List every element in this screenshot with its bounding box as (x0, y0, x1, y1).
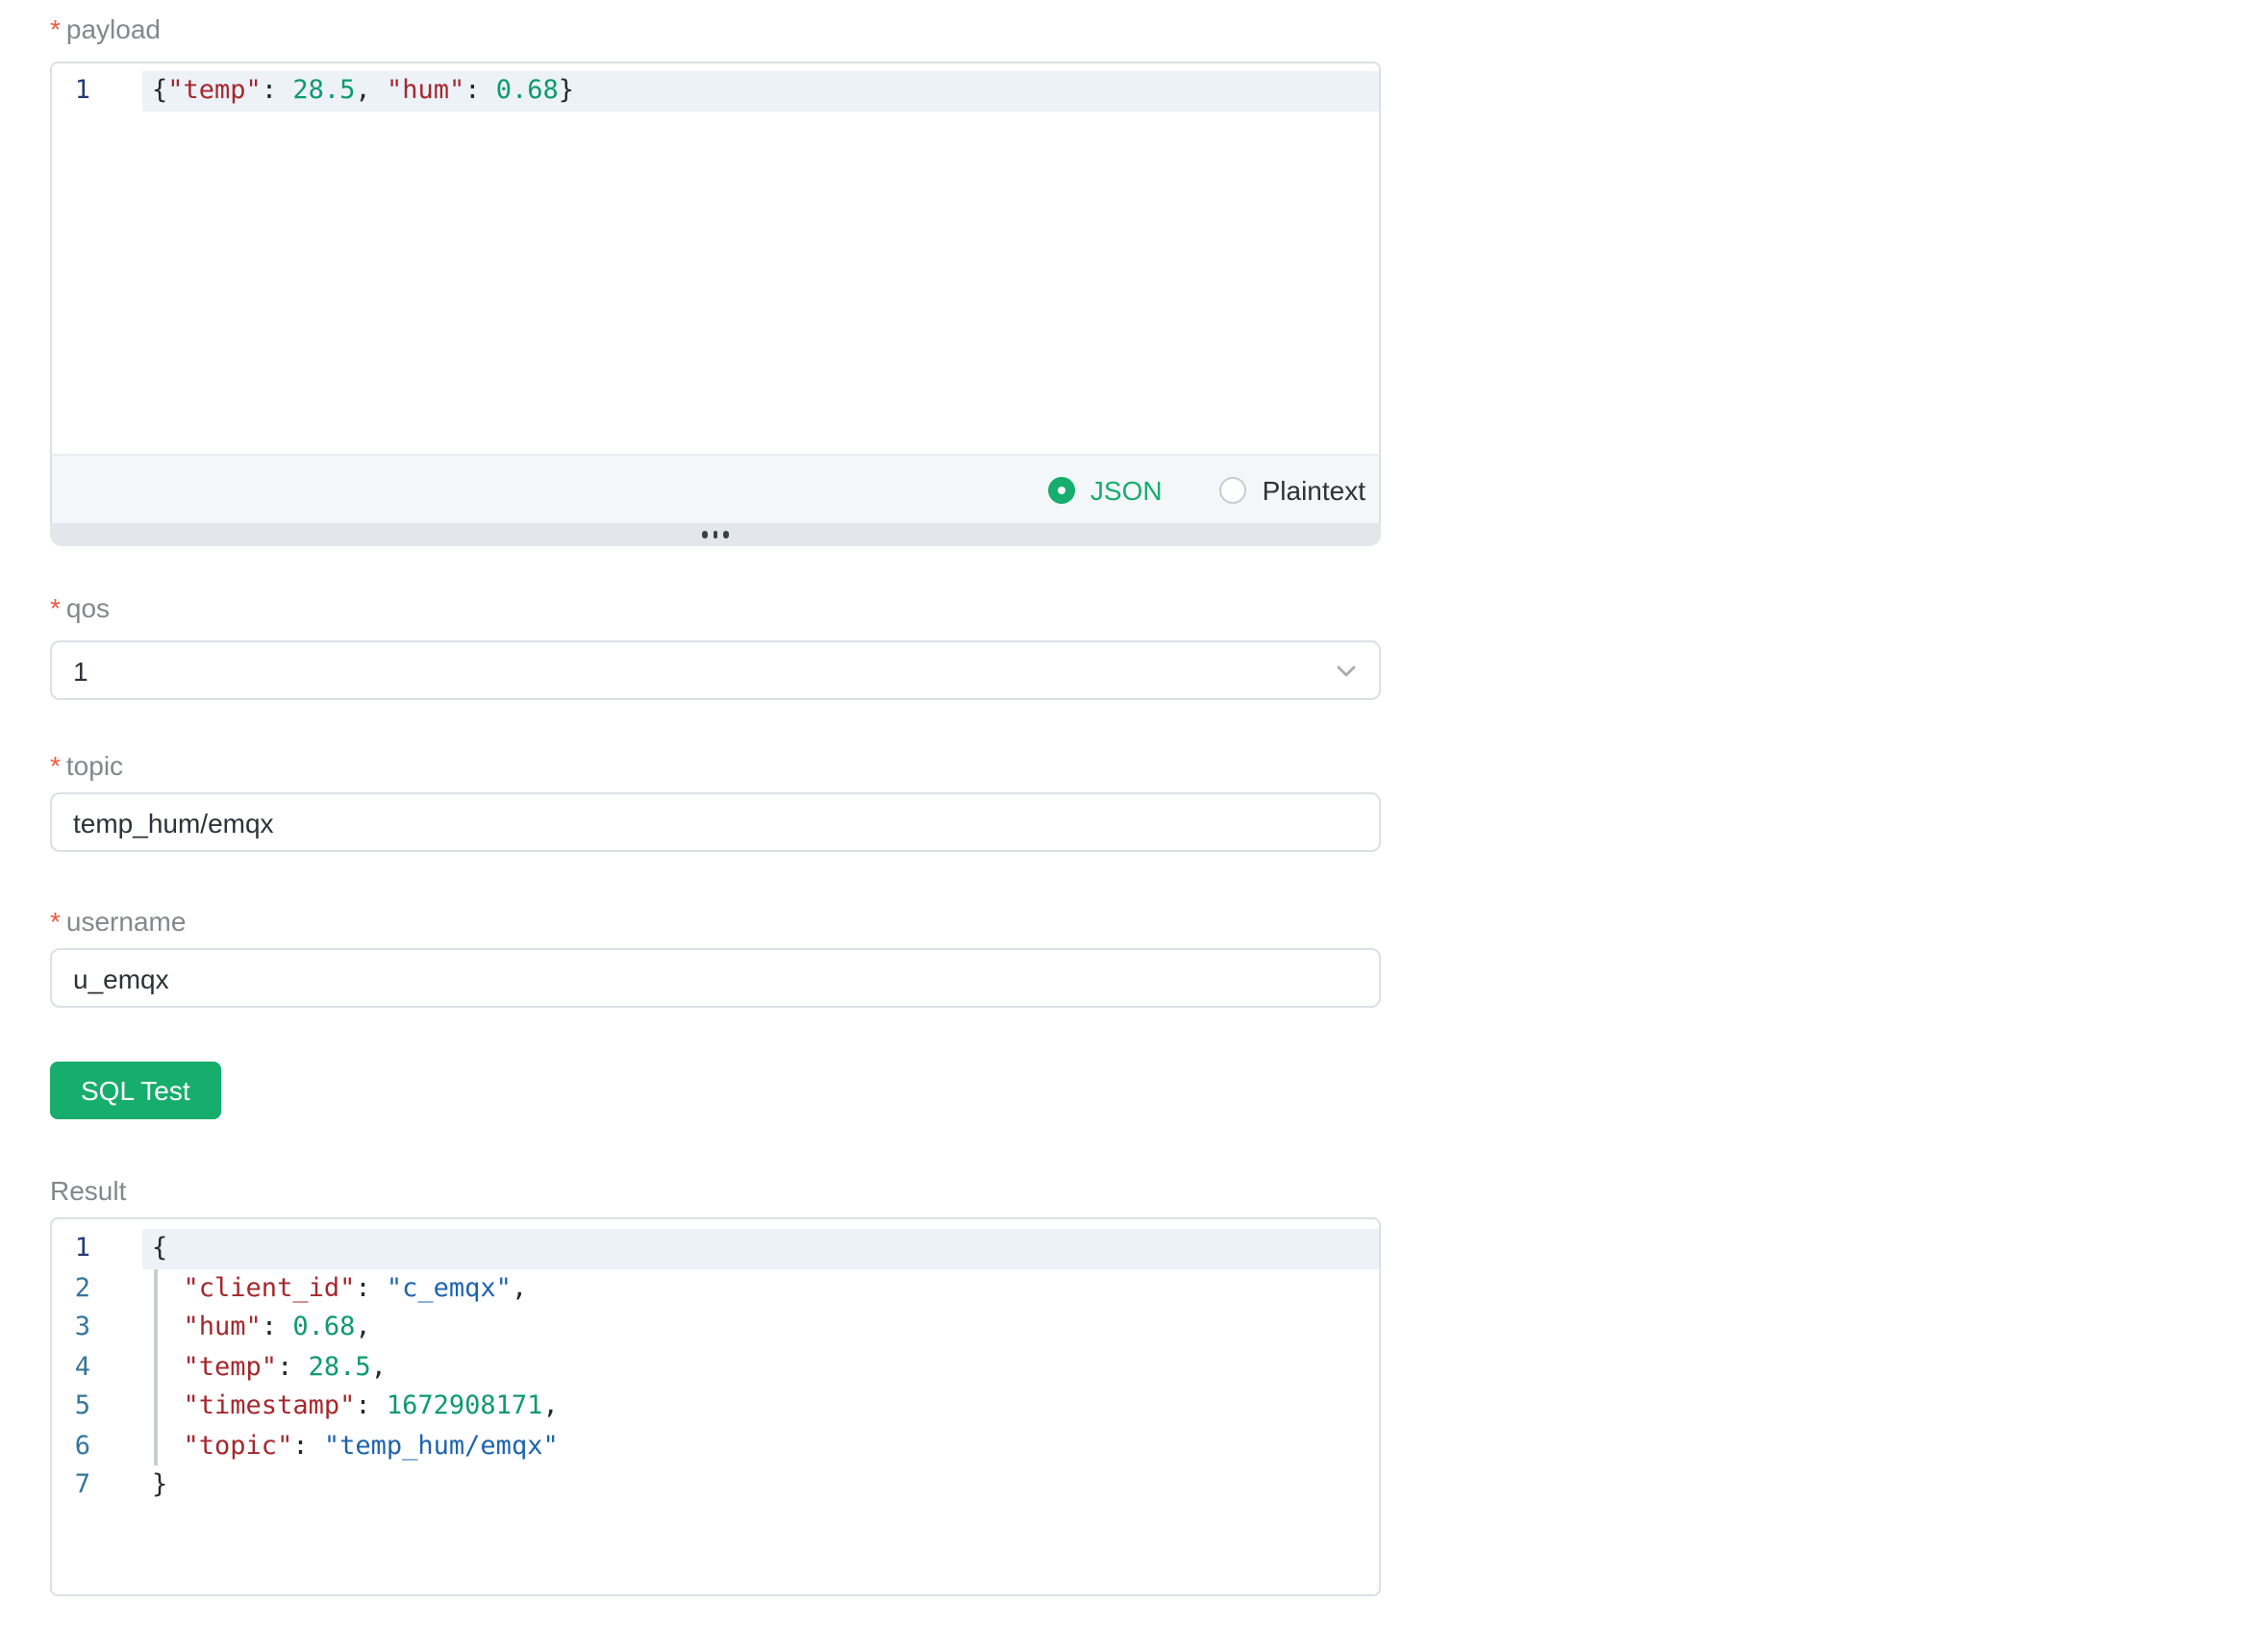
radio-unselected-icon (1220, 476, 1247, 503)
result-label: Result (50, 1171, 126, 1210)
code-line: 6 "topic": "temp_hum/emqx" (52, 1426, 1379, 1465)
code-line: 5 "timestamp": 1672908171, (52, 1387, 1379, 1426)
topic-input[interactable] (50, 792, 1381, 852)
code-line: 4 "temp": 28.5, (52, 1347, 1379, 1387)
username-label-text: username (66, 906, 187, 937)
topic-label-text: topic (66, 750, 123, 781)
line-number: 4 (52, 1347, 90, 1387)
required-asterisk: * (50, 750, 61, 781)
line-content: } (142, 1465, 1379, 1505)
payload-code-area[interactable]: 1 {"temp": 28.5, "hum": 0.68} (50, 62, 1381, 454)
form-column: *payload 1{"temp": 28.5, "hum": 0.68} JS… (50, 0, 1381, 1652)
qos-label: *qos (50, 588, 110, 627)
result-label-text: Result (50, 1175, 126, 1206)
required-asterisk: * (50, 906, 61, 937)
required-asterisk: * (50, 592, 61, 623)
line-content: "topic": "temp_hum/emqx" (142, 1426, 1379, 1465)
chevron-down-icon (1335, 659, 1358, 682)
code-line: 1{ (52, 1229, 1379, 1268)
qos-select[interactable]: 1 (50, 640, 1381, 700)
qos-selected-value: 1 (73, 655, 88, 686)
radio-label: JSON (1090, 474, 1163, 505)
line-content: "client_id": "c_emqx", (142, 1268, 1379, 1308)
result-code-lines: 1{2 "client_id": "c_emqx",3 "hum": 0.68,… (52, 1229, 1379, 1505)
username-input[interactable] (50, 948, 1381, 1008)
radio-label: Plaintext (1263, 474, 1365, 505)
radio-selected-icon (1048, 476, 1075, 503)
username-label: *username (50, 902, 186, 940)
editor-resize-handle[interactable] (50, 523, 1381, 546)
topic-label: *topic (50, 746, 123, 785)
indent-guide (154, 1268, 158, 1465)
line-number: 5 (52, 1387, 90, 1426)
line-number: 2 (52, 1268, 90, 1308)
code-line: 1 {"temp": 28.5, "hum": 0.68} (52, 71, 1379, 112)
required-asterisk: * (50, 13, 61, 44)
drag-dots-icon (702, 532, 729, 538)
line-number: 7 (52, 1465, 90, 1505)
line-content: "temp": 28.5, (142, 1347, 1379, 1387)
line-number: 1 (52, 71, 90, 112)
sql-test-button[interactable]: SQL Test (50, 1062, 221, 1119)
sql-test-page: *payload 1{"temp": 28.5, "hum": 0.68} JS… (0, 0, 2254, 1652)
payload-label-text: payload (66, 13, 161, 44)
code-line: 3 "hum": 0.68, (52, 1308, 1379, 1347)
line-content: "hum": 0.68, (142, 1308, 1379, 1347)
line-content: {"temp": 28.5, "hum": 0.68} (142, 71, 1379, 112)
result-code-block: 1{2 "client_id": "c_emqx",3 "hum": 0.68,… (50, 1217, 1381, 1596)
line-content: { (142, 1229, 1379, 1268)
format-radio-plaintext[interactable]: Plaintext (1220, 474, 1365, 505)
line-number: 6 (52, 1426, 90, 1465)
code-line: 2 "client_id": "c_emqx", (52, 1268, 1379, 1308)
payload-label: *payload (50, 10, 161, 48)
code-line: 7} (52, 1465, 1379, 1505)
payload-editor: 1 {"temp": 28.5, "hum": 0.68} JSON Plainte… (50, 62, 1381, 546)
format-radio-json[interactable]: JSON (1048, 474, 1163, 505)
qos-label-text: qos (66, 592, 110, 623)
line-number: 1 (52, 1229, 90, 1268)
line-content: "timestamp": 1672908171, (142, 1387, 1379, 1426)
payload-format-bar: JSON Plaintext (50, 454, 1381, 523)
line-number: 3 (52, 1308, 90, 1347)
